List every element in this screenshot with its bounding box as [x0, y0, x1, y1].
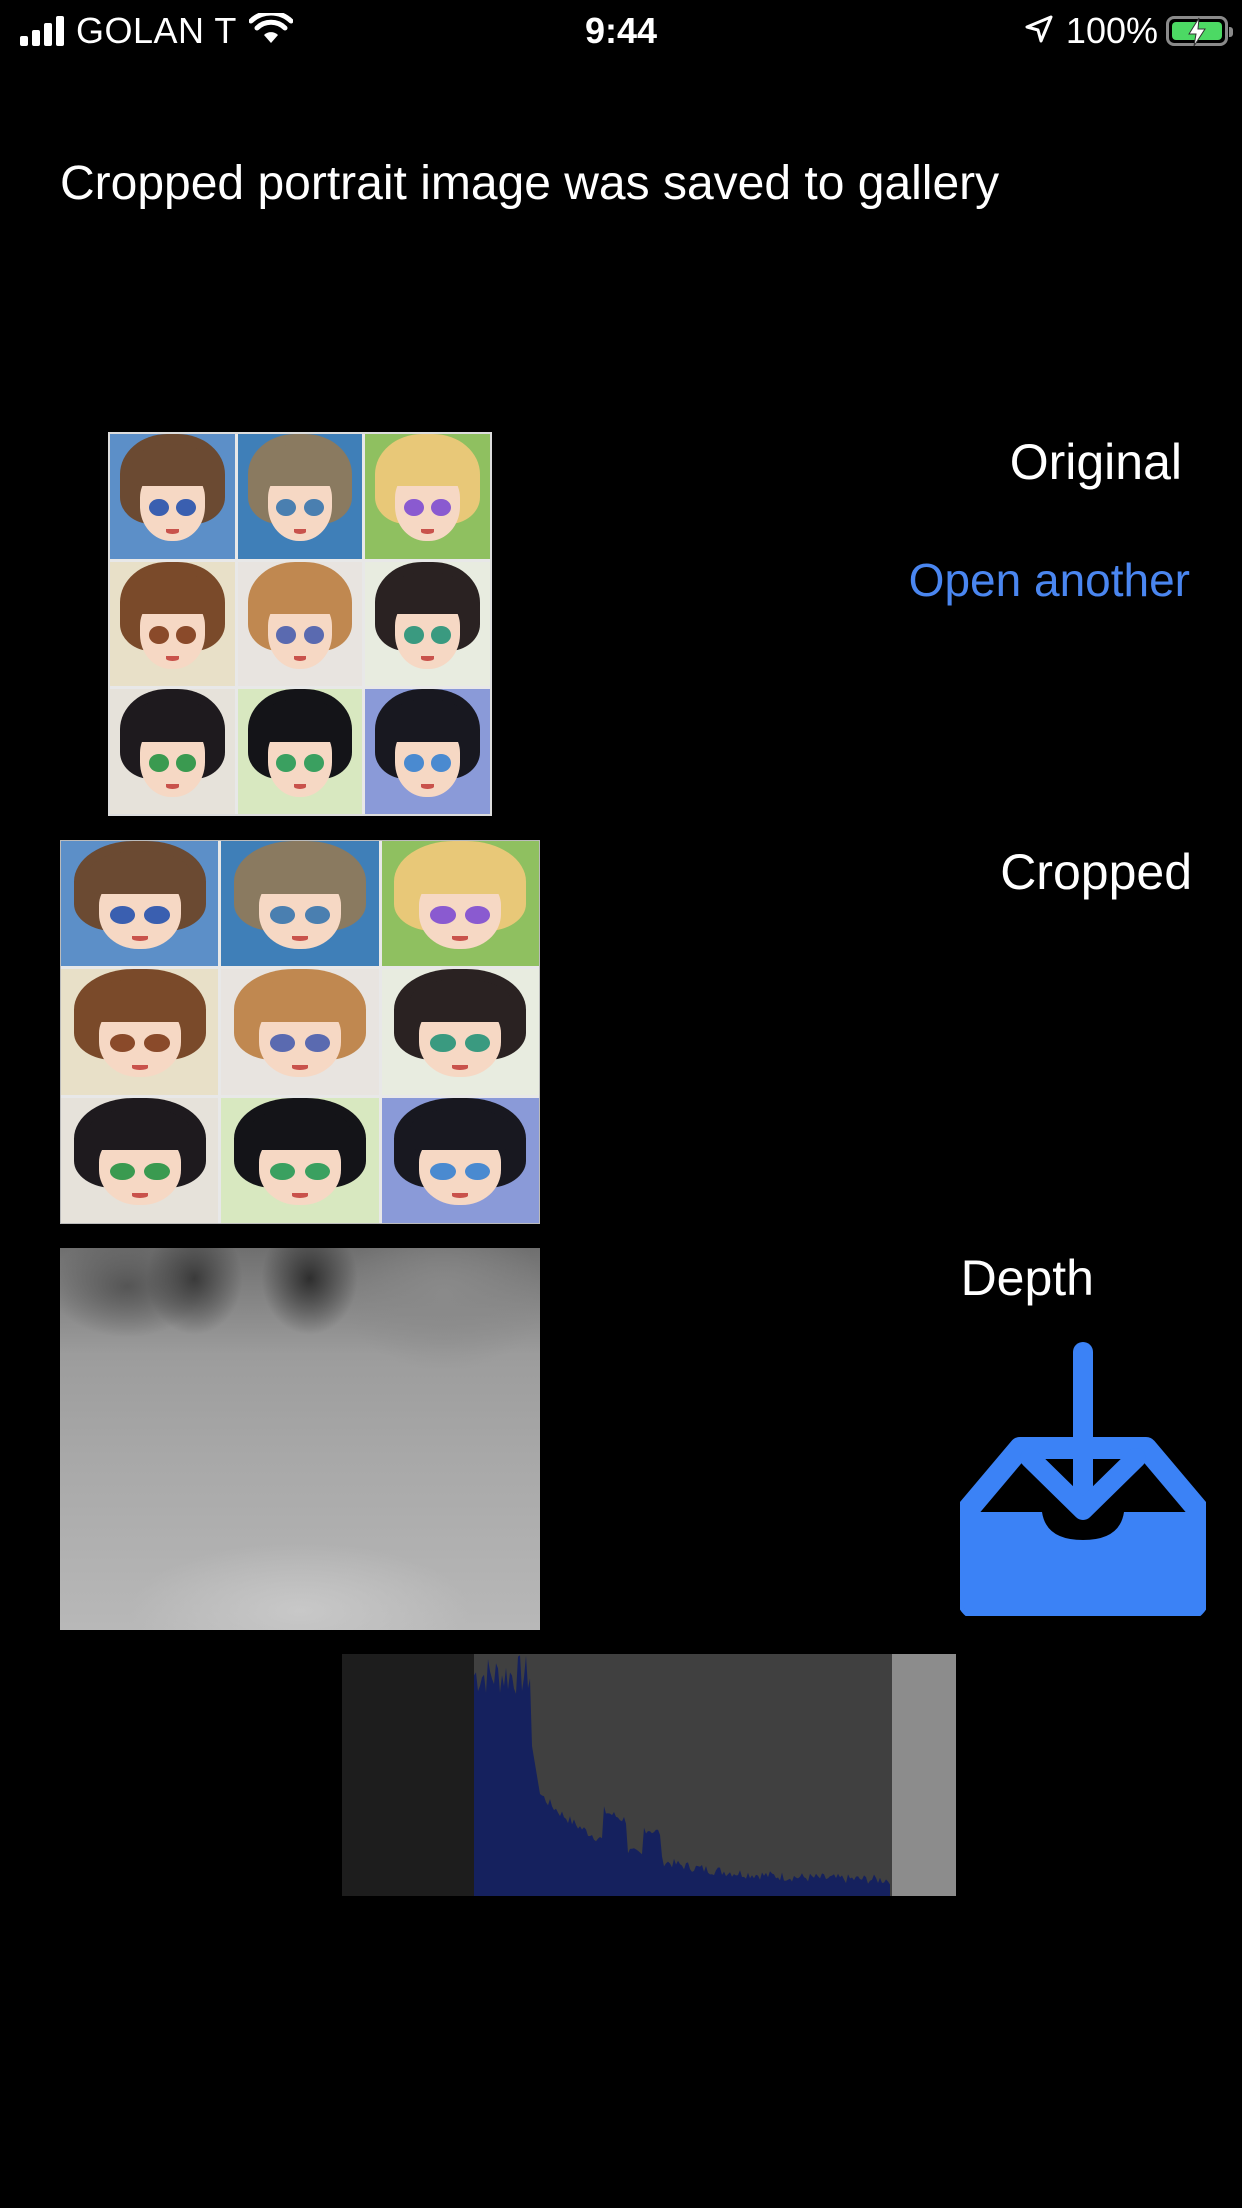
portrait-tile — [381, 841, 539, 967]
portrait-tile — [110, 434, 235, 559]
original-image — [108, 432, 492, 816]
open-another-button[interactable]: Open another — [909, 552, 1190, 608]
portrait-tile — [237, 434, 363, 559]
portrait-tile — [221, 1097, 379, 1223]
portrait-tile — [221, 841, 379, 967]
portrait-tile — [381, 969, 539, 1095]
depth-label: Depth — [960, 1250, 1094, 1306]
portrait-tile — [61, 841, 219, 967]
portrait-tile — [237, 561, 363, 687]
battery-percent: 100% — [1065, 10, 1158, 51]
portrait-tile — [221, 969, 379, 1095]
depth-map-image — [60, 1248, 540, 1630]
cropped-label: Cropped — [1000, 844, 1192, 900]
battery-charging-icon — [1166, 16, 1233, 47]
status-bar-right: 100% — [1024, 8, 1233, 54]
depth-histogram — [342, 1654, 956, 1896]
portrait-tile — [365, 561, 490, 687]
tray-download-icon[interactable] — [955, 1340, 1211, 1623]
portrait-tile — [365, 434, 490, 559]
cropped-image — [60, 840, 540, 1224]
save-confirmation-message: Cropped portrait image was saved to gall… — [60, 157, 1000, 210]
portrait-tile — [381, 1097, 539, 1223]
portrait-tile — [110, 561, 235, 687]
location-arrow-icon — [1024, 14, 1054, 49]
portrait-tile — [61, 1097, 219, 1223]
portrait-tile — [237, 689, 363, 814]
portrait-tile — [61, 969, 219, 1095]
portrait-tile — [365, 689, 490, 814]
portrait-tile — [110, 689, 235, 814]
original-label: Original — [1009, 434, 1182, 490]
status-bar: GOLAN T 9:44 100% — [0, 0, 1242, 62]
